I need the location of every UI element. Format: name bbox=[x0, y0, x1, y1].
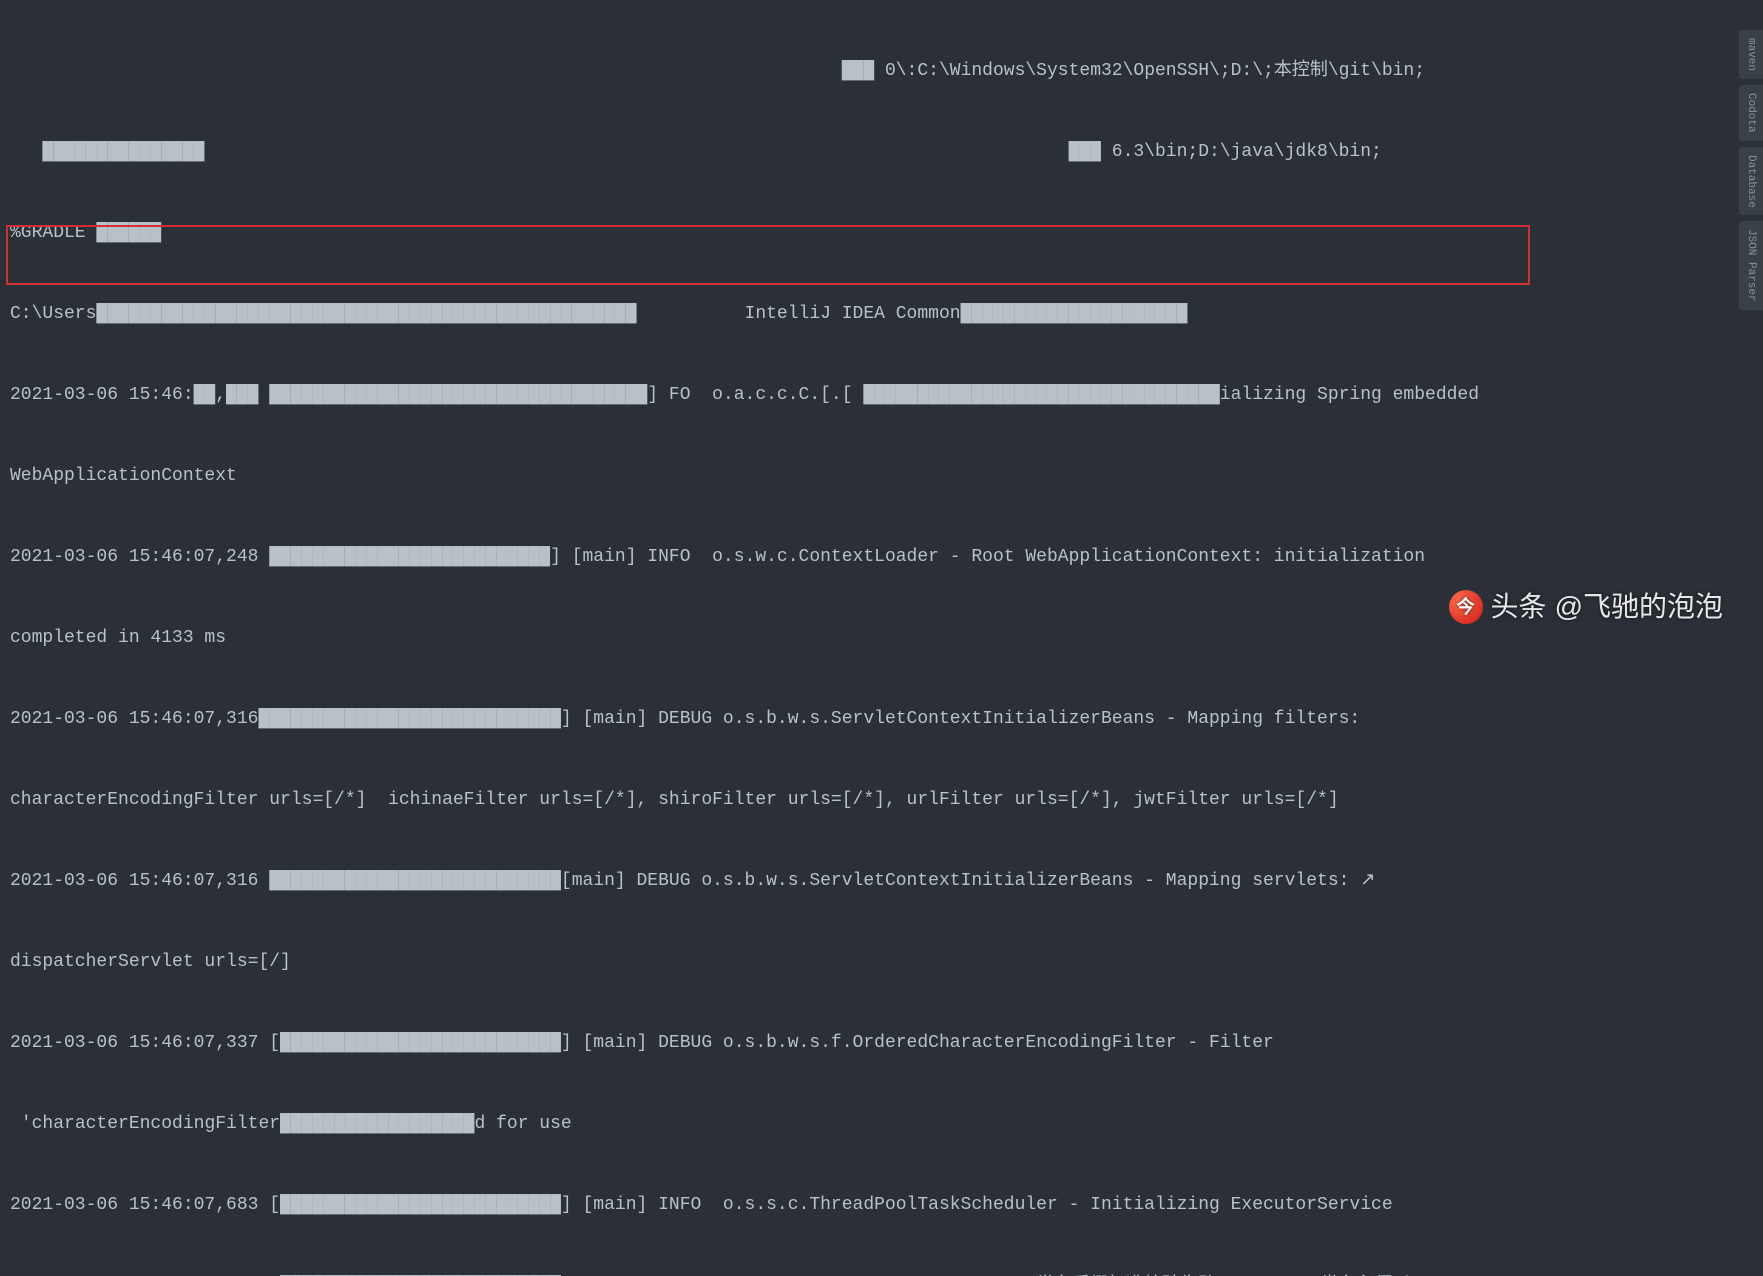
log-line: 2021-03-06 15:46:07,248 ████████████████… bbox=[10, 544, 1753, 571]
log-line: dispatcherServlet urls=[/] bbox=[10, 949, 1753, 976]
log-line: completed in 4133 ms bbox=[10, 625, 1753, 652]
side-tab-database[interactable]: Database bbox=[1739, 147, 1763, 216]
log-line: 2021-03-06 15:46:07,316█████████████████… bbox=[10, 706, 1753, 733]
log-line: WebApplicationContext bbox=[10, 463, 1753, 490]
log-line: 2021-03-06 15:46:07,683 [███████████████… bbox=[10, 1192, 1753, 1219]
log-line: 2021-03-06 15:46:07,316 ████████████████… bbox=[10, 868, 1753, 895]
log-line: 2021-03-06 15:46:07,722 [███████████████… bbox=[10, 1273, 1753, 1276]
tool-window-tabs: maven Codota Database JSON Parser bbox=[1739, 30, 1763, 310]
log-line: C:\Users████████████████████████████████… bbox=[10, 301, 1753, 328]
log-line: characterEncodingFilter urls=[/*] ichina… bbox=[10, 787, 1753, 814]
log-line: %GRADLE ██████ bbox=[10, 220, 1753, 247]
side-tab-json-parser[interactable]: JSON Parser bbox=[1739, 221, 1763, 310]
log-line: 2021-03-06 15:46:██,███ ████████████████… bbox=[10, 382, 1753, 409]
log-line: ███ 0\:C:\Windows\System32\OpenSSH\;D:\;… bbox=[10, 58, 1753, 85]
log-line: ███████████████ ███ 6.3\bin;D:\java\jdk8… bbox=[10, 139, 1753, 166]
side-tab-codota[interactable]: Codota bbox=[1739, 85, 1763, 141]
side-tab-maven[interactable]: maven bbox=[1739, 30, 1763, 79]
log-line: 'characterEncodingFilter████████████████… bbox=[10, 1111, 1753, 1138]
console-output: ███ 0\:C:\Windows\System32\OpenSSH\;D:\;… bbox=[0, 0, 1763, 1276]
log-line: 2021-03-06 15:46:07,337 [███████████████… bbox=[10, 1030, 1753, 1057]
